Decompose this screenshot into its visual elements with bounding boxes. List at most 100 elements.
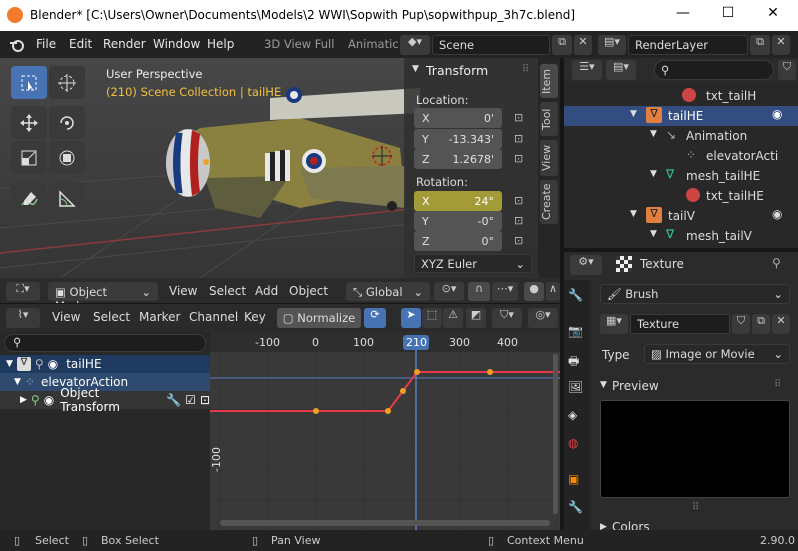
create-ghost-icon[interactable]: ◩ — [466, 308, 486, 328]
close-button[interactable]: ✕ — [758, 5, 788, 25]
sidebar-tab-create[interactable]: Create — [540, 180, 558, 224]
transform-panel-title[interactable]: Transform — [426, 63, 488, 78]
delete-renderlayer-icon[interactable]: ✕ — [772, 35, 790, 55]
cursor-tool-icon[interactable] — [49, 66, 85, 99]
blender-menu-icon[interactable] — [9, 37, 25, 53]
transform-tool-icon[interactable] — [49, 141, 85, 174]
texture-browse-icon[interactable]: ▦▾ — [600, 314, 628, 334]
drag-handle-icon[interactable]: ⠿ — [522, 64, 529, 75]
sidebar-tab-view[interactable]: View — [540, 140, 558, 176]
keyframe-point[interactable] — [400, 388, 406, 394]
unlink-texture-icon[interactable]: ✕ — [772, 314, 790, 334]
filter-icon[interactable]: ⛉▾ — [492, 308, 522, 328]
rotation-mode-dropdown[interactable]: XYZ Euler ⌄ — [414, 254, 532, 273]
expand-arrow-icon[interactable]: ▼ — [14, 377, 21, 387]
menu-window[interactable]: Window — [153, 37, 200, 51]
keyframe-point[interactable] — [487, 369, 493, 375]
expand-arrow-icon[interactable]: ▶ — [20, 395, 27, 405]
expand-arrow-icon[interactable]: ▼ — [630, 209, 637, 219]
lock-location-x-icon[interactable]: ⊡ — [514, 111, 523, 124]
checkbox-icon[interactable]: ☑ — [185, 393, 196, 407]
menu-view[interactable]: View — [165, 282, 201, 301]
outliner-row-selected[interactable]: ▼ ∇ tailHE ◉ — [564, 106, 798, 126]
brush-dropdown[interactable]: 🖌 Brush ⌄ — [600, 284, 790, 304]
menu-edit[interactable]: Edit — [69, 37, 92, 51]
outliner-filter-icon[interactable]: ⛉ — [778, 60, 796, 80]
outliner-row[interactable]: ▼ ∇ mesh_tailV — [564, 226, 798, 246]
3d-viewport[interactable]: User Perspective (210) Scene Collection … — [0, 58, 560, 278]
lock-rotation-z-icon[interactable]: ⊡ — [514, 234, 523, 247]
menu-help[interactable]: Help — [207, 37, 234, 51]
display-mode-icon[interactable]: ▤▾ — [606, 60, 636, 80]
render-tab-icon[interactable]: 📷 — [568, 324, 583, 338]
rotation-z-field[interactable]: Z 0° — [414, 231, 502, 251]
outliner-editor-type-icon[interactable]: ☰▾ — [572, 60, 602, 80]
only-errors-icon[interactable]: ⚠ — [443, 308, 463, 328]
channel-group-row[interactable]: ▶ ⚲ ◉ Object Transform 🔧 ☑ ⊡ — [0, 386, 210, 414]
menu-file[interactable]: File — [36, 37, 56, 51]
proportional-edit-icon[interactable]: ● — [524, 282, 544, 301]
pivot-icon[interactable]: ⊙▾ — [434, 282, 464, 301]
lock-rotation-y-icon[interactable]: ⊡ — [514, 214, 523, 227]
outliner-row[interactable]: ▼ ∇ tailV ◉ — [564, 206, 798, 226]
minimize-button[interactable]: — — [668, 5, 698, 25]
drag-handle-icon[interactable]: ⠿ — [774, 379, 781, 390]
sidebar-tab-tool[interactable]: Tool — [540, 102, 558, 136]
menu-object[interactable]: Object — [285, 282, 332, 301]
outliner-row[interactable]: ▼ ∇ mesh_tailHE — [564, 166, 798, 186]
graph-area[interactable]: -100 0 100 210 300 400 -100 — [210, 332, 560, 530]
graph-menu-marker[interactable]: Marker — [135, 308, 184, 327]
workspace-tab-animatic[interactable]: Animatic — [340, 34, 407, 55]
delete-scene-icon[interactable]: ✕ — [574, 35, 592, 55]
show-hidden-icon[interactable]: ⬚ — [422, 308, 442, 328]
channel-object-row[interactable]: ▼ ∇ ⚲ ◉ tailHE — [0, 355, 210, 373]
pin-icon[interactable]: ⚲ — [772, 256, 781, 270]
texture-name-field[interactable]: Texture — [630, 314, 730, 334]
keyframe-point[interactable] — [385, 408, 391, 414]
outliner-row[interactable]: txt_tailH — [564, 86, 798, 106]
measure-tool-icon[interactable] — [49, 182, 85, 215]
graph-editor-type-icon[interactable]: ⌇▾ — [6, 308, 40, 328]
object-tab-icon[interactable]: ▣ — [568, 472, 579, 486]
workspace-tab-3dview[interactable]: 3D View Full — [256, 34, 342, 55]
snap-icon[interactable]: ∩ — [468, 282, 490, 301]
outliner-row[interactable]: ⁘ elevatorActi — [564, 146, 798, 166]
expand-arrow-icon[interactable]: ▼ — [630, 109, 637, 119]
collapse-arrow-icon[interactable]: ▼ — [600, 380, 607, 390]
outliner-row[interactable]: txt_tailHE — [564, 186, 798, 206]
proportional-falloff-icon[interactable]: ∧ — [546, 282, 560, 301]
outliner-row[interactable]: ▼ ↘ Animation — [564, 126, 798, 146]
lock-location-y-icon[interactable]: ⊡ — [514, 132, 523, 145]
view-layer-tab-icon[interactable]: 🖼 — [568, 380, 583, 394]
expand-arrow-icon[interactable]: ▼ — [650, 229, 657, 239]
expand-arrow-icon[interactable]: ▼ — [650, 129, 657, 139]
preview-panel-title[interactable]: Preview — [612, 379, 659, 393]
rotation-y-field[interactable]: Y -0° — [414, 211, 502, 231]
location-y-field[interactable]: Y -13.343' — [414, 129, 502, 149]
auto-normalize-icon[interactable]: ⟳ — [364, 308, 386, 328]
lock-rotation-x-icon[interactable]: ⊡ — [514, 194, 523, 207]
visibility-eye-icon[interactable]: ◉ — [772, 107, 782, 121]
visibility-eye-icon[interactable]: ◉ — [772, 207, 782, 221]
colors-panel-title[interactable]: Colors — [612, 520, 650, 530]
scene-field[interactable]: Scene — [432, 35, 550, 55]
mode-dropdown[interactable]: ▣ Object Mode⌄ — [48, 282, 158, 313]
visibility-eye-icon[interactable]: ◉ — [48, 357, 58, 371]
snap-target-icon[interactable]: ⋯▾ — [492, 282, 518, 301]
tool-tab-icon[interactable]: 🔧 — [568, 288, 583, 302]
menu-select[interactable]: Select — [205, 282, 250, 301]
scene-selector-icon[interactable]: ◆▾ — [400, 35, 430, 55]
scale-tool-icon[interactable] — [11, 141, 47, 174]
rotate-tool-icon[interactable] — [49, 106, 85, 139]
annotate-tool-icon[interactable] — [11, 182, 47, 215]
only-selected-icon[interactable]: ➤ — [401, 308, 421, 328]
texture-type-dropdown[interactable]: ▨ Image or Movie ⌄ — [644, 344, 790, 364]
move-tool-icon[interactable] — [11, 106, 47, 139]
normalize-toggle[interactable]: ▢ Normalize — [277, 308, 361, 328]
visibility-eye-icon[interactable]: ◉ — [44, 393, 54, 407]
modifier-tab-icon[interactable]: 🔧 — [568, 500, 583, 514]
renderlayer-selector-icon[interactable]: ▤▾ — [598, 35, 626, 55]
scene-tab-icon[interactable]: ◈ — [568, 408, 577, 422]
output-tab-icon[interactable]: 🖶 — [568, 352, 579, 373]
copy-renderlayer-icon[interactable]: ⧉ — [750, 35, 770, 55]
